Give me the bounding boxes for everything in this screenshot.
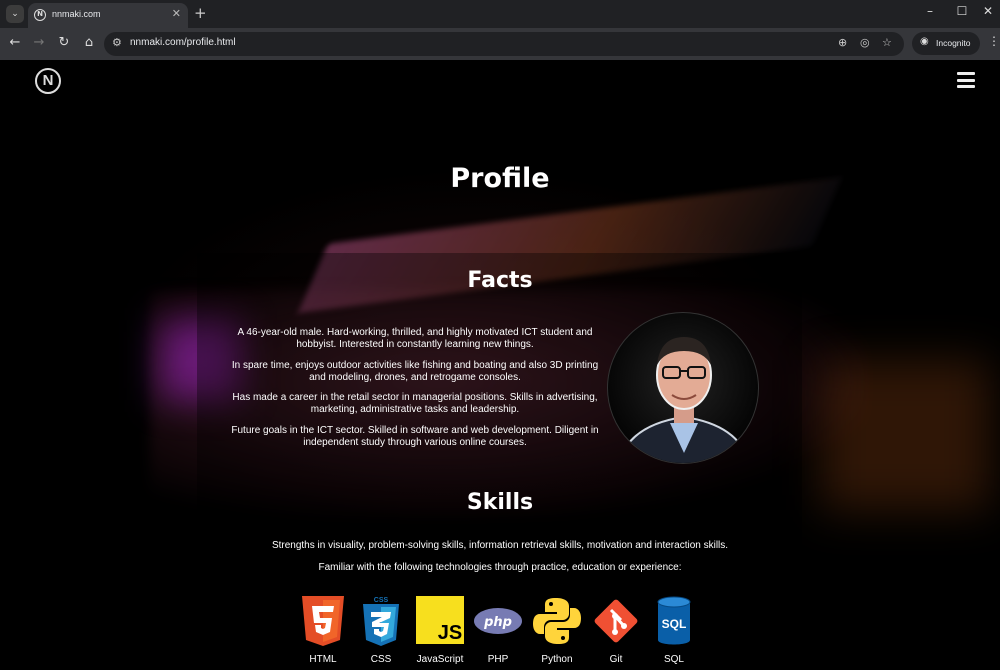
browser-tab-bar: ⌄ N nnmaki.com ✕ + – ☐ ✕ — [0, 0, 1000, 28]
html5-icon — [302, 596, 344, 646]
page-title: Profile — [450, 163, 550, 194]
more-menu-icon[interactable]: ⋮ — [988, 34, 1000, 48]
site-favicon-icon: N — [34, 9, 46, 21]
skills-strengths-text: Strengths in visuality, problem-solving … — [271, 540, 729, 551]
star-icon[interactable]: ☆ — [882, 36, 892, 49]
minimize-icon[interactable]: – — [920, 4, 940, 18]
svg-text:SQL: SQL — [662, 617, 687, 631]
facts-paragraph: In spare time, enjoys outdoor activities… — [231, 359, 599, 383]
svg-text:JS: JS — [438, 622, 462, 644]
facts-paragraph: A 46-year-old male. Hard-working, thrill… — [237, 327, 593, 351]
reload-icon[interactable]: ↻ — [55, 35, 73, 50]
incognito-indicator[interactable]: ◉ Incognito — [912, 32, 980, 55]
browser-toolbar: ← → ↻ ⌂ ⚙ nnmaki.com/profile.html ⊕ ◎ ☆ … — [0, 28, 1000, 60]
profile-photo — [607, 312, 759, 464]
svg-text:CSS: CSS — [374, 597, 389, 604]
python-icon — [533, 598, 581, 644]
arrow-left-icon[interactable]: ← — [6, 35, 24, 50]
site-info-icon[interactable]: ⚙ — [112, 36, 122, 49]
tech-label: SQL — [663, 654, 684, 665]
url-text[interactable]: nnmaki.com/profile.html — [130, 37, 236, 48]
php-icon: php — [474, 608, 522, 634]
eye-slash-icon[interactable]: ◎ — [860, 36, 870, 49]
zoom-icon[interactable]: ⊕ — [838, 36, 847, 49]
browser-tab[interactable]: N nnmaki.com ✕ — [28, 3, 188, 28]
skills-familiar-text: Familiar with the following technologies… — [318, 562, 682, 573]
css3-icon: CSS — [363, 597, 399, 646]
facts-text: A 46-year-old male. Hard-working, thrill… — [230, 327, 600, 457]
site-logo[interactable]: N — [35, 68, 61, 94]
home-icon[interactable]: ⌂ — [80, 35, 98, 50]
close-icon[interactable]: ✕ — [172, 7, 181, 20]
javascript-icon: JS — [416, 596, 464, 644]
chevron-down-icon[interactable]: ⌄ — [6, 5, 24, 23]
sql-icon: SQL — [657, 596, 691, 645]
incognito-icon: ◉ — [920, 36, 929, 47]
hamburger-menu-icon[interactable] — [957, 72, 975, 88]
skills-heading: Skills — [466, 490, 534, 515]
svg-text:php: php — [483, 615, 512, 630]
facts-paragraph: Has made a career in the retail sector i… — [232, 392, 598, 416]
window-close-icon[interactable]: ✕ — [978, 4, 998, 18]
background-glow — [820, 360, 990, 510]
page-content: N Profile Facts A 46-year-old male. Hard… — [0, 60, 1000, 670]
incognito-label: Incognito — [936, 38, 971, 48]
tab-title: nnmaki.com — [52, 9, 101, 19]
profile-photo-illustration — [617, 337, 751, 463]
address-bar[interactable]: ⚙ nnmaki.com/profile.html ⊕ ◎ ☆ — [104, 32, 904, 56]
git-icon — [594, 599, 638, 643]
maximize-icon[interactable]: ☐ — [952, 4, 972, 18]
plus-icon[interactable]: + — [194, 4, 207, 22]
facts-heading: Facts — [467, 268, 533, 293]
arrow-right-icon[interactable]: → — [30, 35, 48, 50]
facts-paragraph: Future goals in the ICT sector. Skilled … — [231, 424, 599, 449]
